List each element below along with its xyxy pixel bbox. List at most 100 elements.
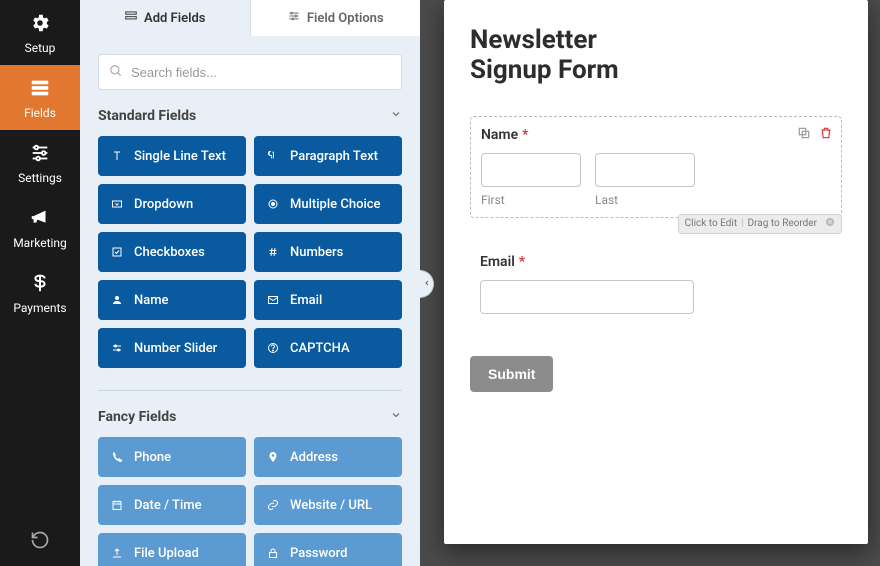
question-icon	[266, 342, 280, 354]
fancy-fields-header[interactable]: Fancy Fields	[98, 409, 402, 425]
calendar-icon	[110, 499, 124, 511]
sidebar-label: Settings	[18, 171, 62, 185]
sidebar-item-settings[interactable]: Settings	[0, 130, 80, 195]
envelope-icon	[266, 294, 280, 306]
field-label: Email	[290, 293, 322, 308]
chevron-left-icon	[423, 279, 431, 290]
field-label: File Upload	[134, 546, 199, 561]
field-label: Address	[290, 450, 338, 465]
first-name-input[interactable]	[481, 153, 581, 187]
field-label: Numbers	[290, 245, 343, 260]
tab-add-fields[interactable]: Add Fields	[80, 0, 250, 36]
duplicate-icon[interactable]	[797, 125, 811, 144]
form-card: Newsletter Signup Form Name * First	[444, 0, 868, 544]
fields-icon	[29, 77, 51, 102]
last-name-input[interactable]	[595, 153, 695, 187]
search-icon	[109, 63, 123, 82]
last-sublabel: Last	[595, 193, 695, 207]
form-title[interactable]: Newsletter Signup Form	[470, 26, 842, 86]
section-divider	[98, 390, 402, 391]
fancy-fields-grid: Phone Address Date / Time Website / URL …	[98, 437, 402, 566]
search-input[interactable]	[131, 65, 391, 80]
field-label-name: Name *	[481, 127, 831, 143]
field-number-slider[interactable]: Number Slider	[98, 328, 246, 368]
field-multiple-choice[interactable]: Multiple Choice	[254, 184, 402, 224]
hint-edit: Click to Edit	[685, 218, 737, 229]
required-mark: *	[519, 254, 525, 270]
main-sidebar: Setup Fields Settings Marketing Payments	[0, 0, 80, 566]
field-address[interactable]: Address	[254, 437, 402, 477]
dropdown-icon	[110, 198, 124, 210]
form-canvas: Newsletter Signup Form Name * First	[420, 0, 880, 566]
field-single-line-text[interactable]: Single Line Text	[98, 136, 246, 176]
field-name[interactable]: Name	[98, 280, 246, 320]
field-label: Checkboxes	[134, 245, 205, 260]
standard-fields-header[interactable]: Standard Fields	[98, 108, 402, 124]
fields-panel: Add Fields Field Options Standard Fields	[80, 0, 420, 566]
sidebar-item-payments[interactable]: Payments	[0, 260, 80, 325]
add-fields-icon	[124, 9, 138, 27]
field-label: Password	[290, 546, 347, 561]
paragraph-icon	[266, 150, 280, 162]
field-checkboxes[interactable]: Checkboxes	[98, 232, 246, 272]
field-label-email: Email *	[480, 254, 832, 270]
link-icon	[266, 499, 280, 511]
sidebar-label: Payments	[13, 301, 66, 315]
sidebar-item-setup[interactable]: Setup	[0, 0, 80, 65]
first-sublabel: First	[481, 193, 581, 207]
field-email[interactable]: Email	[254, 280, 402, 320]
field-label: Name	[134, 293, 169, 308]
field-captcha[interactable]: CAPTCHA	[254, 328, 402, 368]
lock-icon	[266, 547, 280, 559]
field-label: Website / URL	[290, 498, 372, 513]
sidebar-item-marketing[interactable]: Marketing	[0, 195, 80, 260]
phone-icon	[110, 451, 124, 463]
sidebar-item-fields[interactable]: Fields	[0, 65, 80, 130]
field-label: Number Slider	[134, 341, 217, 356]
chevron-down-icon	[390, 108, 402, 124]
field-label: CAPTCHA	[290, 341, 350, 356]
submit-button[interactable]: Submit	[470, 356, 553, 392]
search-box[interactable]	[98, 54, 402, 90]
trash-icon[interactable]	[819, 125, 833, 144]
field-paragraph-text[interactable]: Paragraph Text	[254, 136, 402, 176]
required-mark: *	[522, 127, 528, 143]
hash-icon	[266, 246, 280, 258]
field-file-upload[interactable]: File Upload	[98, 533, 246, 566]
close-icon[interactable]	[825, 217, 835, 230]
field-phone[interactable]: Phone	[98, 437, 246, 477]
form-field-email[interactable]: Email *	[470, 244, 842, 324]
dollar-icon	[29, 272, 51, 297]
sidebar-history-button[interactable]	[0, 518, 80, 566]
user-icon	[110, 294, 124, 306]
field-dropdown[interactable]: Dropdown	[98, 184, 246, 224]
email-input[interactable]	[480, 280, 694, 314]
tab-label: Add Fields	[144, 11, 205, 26]
field-label: Date / Time	[134, 498, 202, 513]
field-label: Phone	[134, 450, 171, 465]
bullhorn-icon	[29, 207, 51, 232]
hint-reorder: Drag to Reorder	[748, 218, 817, 229]
field-label: Paragraph Text	[290, 149, 378, 164]
field-datetime[interactable]: Date / Time	[98, 485, 246, 525]
checkbox-icon	[110, 246, 124, 258]
field-label: Single Line Text	[134, 149, 226, 164]
pin-icon	[266, 451, 280, 463]
form-field-name[interactable]: Name * First Last Click to Edit | Drag t…	[470, 116, 842, 218]
chevron-down-icon	[390, 409, 402, 425]
field-password[interactable]: Password	[254, 533, 402, 566]
standard-fields-grid: Single Line Text Paragraph Text Dropdown…	[98, 136, 402, 368]
field-label: Multiple Choice	[290, 197, 381, 212]
sliders-icon	[29, 142, 51, 167]
field-numbers[interactable]: Numbers	[254, 232, 402, 272]
gear-icon	[29, 12, 51, 37]
sidebar-label: Setup	[25, 41, 56, 55]
field-website-url[interactable]: Website / URL	[254, 485, 402, 525]
slider-icon	[110, 342, 124, 354]
tab-field-options[interactable]: Field Options	[250, 0, 421, 36]
upload-icon	[110, 547, 124, 559]
radio-icon	[266, 198, 280, 210]
tab-label: Field Options	[307, 11, 384, 26]
options-icon	[287, 9, 301, 27]
text-icon	[110, 150, 124, 162]
